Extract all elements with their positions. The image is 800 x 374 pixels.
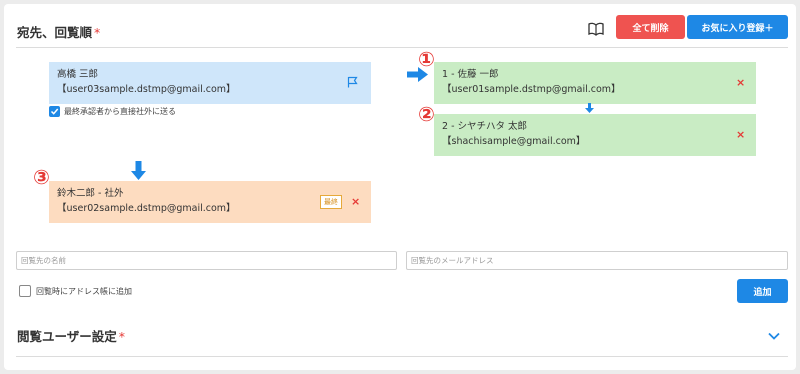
direct-send-checkbox[interactable]: [49, 106, 60, 117]
final-badge: 最終: [320, 195, 342, 209]
recipient-card-2: 2 - シヤチハタ 太郎 【shachisample@gmail.com】 ×: [434, 114, 756, 156]
required-mark: *: [94, 25, 101, 40]
add-favorite-button[interactable]: お気に入り登録＋: [687, 15, 788, 39]
recipient-card-1: 1 - 佐藤 一郎 【user01sample.dstmp@gmail.com】…: [434, 62, 756, 104]
addressbook-label: 回覧時にアドレス帳に追加: [36, 286, 132, 296]
viewer-required-mark: *: [118, 329, 126, 344]
addressbook-checkbox[interactable]: [19, 285, 31, 297]
step-number-1: ①: [418, 47, 435, 71]
arrow-down-large-icon: [131, 161, 146, 180]
flag-icon: [347, 76, 358, 88]
remove-recipient-1-button[interactable]: ×: [736, 75, 745, 90]
recipient-name-input[interactable]: [16, 251, 397, 270]
add-recipient-button[interactable]: 追加: [737, 279, 788, 303]
recipient-1-name: 1 - 佐藤 一郎: [442, 69, 499, 80]
header-divider: [16, 47, 788, 48]
addressbook-option[interactable]: 回覧時にアドレス帳に追加: [19, 285, 132, 297]
book-icon[interactable]: [588, 22, 604, 36]
remove-recipient-2-button[interactable]: ×: [736, 127, 745, 142]
recipient-email-input[interactable]: [406, 251, 788, 270]
chevron-down-icon[interactable]: [768, 332, 780, 340]
section-title-text: 宛先、回覧順: [17, 25, 93, 40]
viewer-section-title-text: 閲覧ユーザー設定: [17, 329, 117, 344]
recipient-2-name: 2 - シヤチハタ 太郎: [442, 121, 528, 132]
recipient-card-3: 鈴木二郎 - 社外 【user02sample.dstmp@gmail.com】…: [49, 181, 371, 223]
footer-divider: [16, 356, 788, 357]
sender-email: 【user03sample.dstmp@gmail.com】: [57, 84, 236, 95]
recipients-panel: 宛先、回覧順 * 全て削除 お気に入り登録＋ 高橋 三郎 【user03sampl…: [4, 4, 796, 370]
remove-recipient-3-button[interactable]: ×: [351, 194, 360, 209]
direct-send-label: 最終承認者から直接社外に送る: [64, 107, 176, 116]
recipient-3-email: 【user02sample.dstmp@gmail.com】: [57, 203, 236, 214]
clear-all-button[interactable]: 全て削除: [616, 15, 685, 39]
direct-send-option[interactable]: 最終承認者から直接社外に送る: [49, 106, 176, 117]
step-number-3: ③: [33, 165, 50, 189]
arrow-down-icon: [585, 103, 594, 113]
sender-name: 高橋 三郎: [57, 69, 99, 80]
check-icon: [50, 108, 59, 115]
viewer-section-title[interactable]: 閲覧ユーザー設定 *: [17, 326, 125, 345]
step-number-2: ②: [418, 102, 435, 126]
recipient-3-name: 鈴木二郎 - 社外: [57, 188, 124, 199]
sender-card: 高橋 三郎 【user03sample.dstmp@gmail.com】: [49, 62, 371, 104]
recipient-2-email: 【shachisample@gmail.com】: [442, 136, 586, 147]
section-title: 宛先、回覧順 *: [17, 22, 100, 41]
recipient-1-email: 【user01sample.dstmp@gmail.com】: [442, 84, 621, 95]
